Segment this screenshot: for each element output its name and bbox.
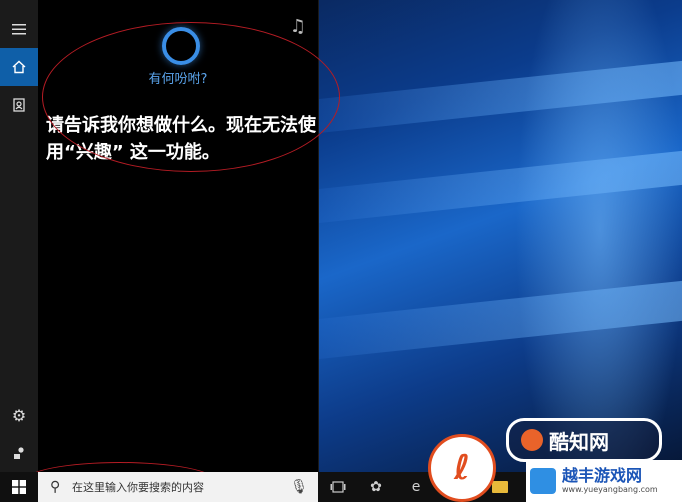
wallpaper-light-beam <box>318 280 682 360</box>
hamburger-menu-icon[interactable] <box>0 10 38 48</box>
cortana-message: 请告诉我你想做什么。现在无法使用“兴趣” 这一功能。 <box>46 115 316 163</box>
taskbar-search-box[interactable]: ⚲ 🎙 <box>38 472 318 502</box>
home-icon[interactable] <box>0 48 38 86</box>
microphone-icon[interactable]: 🎙 <box>290 479 308 495</box>
cortana-sidebar: ⚙ <box>0 0 38 472</box>
notebook-icon[interactable] <box>0 86 38 124</box>
task-view-icon[interactable] <box>320 472 356 502</box>
watermark-logo: ℓ <box>428 434 496 502</box>
watermark-site-url: www.yueyangbang.com <box>562 485 658 494</box>
watermark-site: 越丰游戏网 www.yueyangbang.com <box>526 460 682 502</box>
cortana-prompt: 有何吩咐? <box>148 72 208 87</box>
cortana-ring-icon <box>162 27 200 65</box>
wallpaper-light-beam <box>318 150 682 224</box>
windows-start-icon[interactable] <box>0 472 38 502</box>
music-note-icon[interactable]: ♫ <box>290 16 306 37</box>
watermark-badge-text: 酷知网 <box>549 429 609 454</box>
search-icon: ⚲ <box>50 479 61 495</box>
watermark-site-name: 越丰游戏网 <box>562 466 643 485</box>
file-explorer-icon[interactable] <box>492 481 508 493</box>
app-icon[interactable]: ✿ <box>358 472 394 502</box>
watermark-badge: 酷知网 <box>506 418 662 462</box>
cortana-content: ♫ 有何吩咐? 请告诉我你想做什么。现在无法使用“兴趣” 这一功能。 <box>38 0 318 472</box>
search-input[interactable] <box>70 479 294 495</box>
watermark-badge-icon <box>521 429 543 451</box>
cortana-panel: ⚙ ♫ 有何吩咐? 请告诉我你想做什么。现在无法使用“兴趣” 这一功能。 <box>0 0 319 472</box>
watermark-site-logo <box>530 468 556 494</box>
wallpaper-light-beam <box>318 60 682 134</box>
feedback-icon[interactable] <box>0 434 38 472</box>
gear-icon[interactable]: ⚙ <box>0 396 38 434</box>
